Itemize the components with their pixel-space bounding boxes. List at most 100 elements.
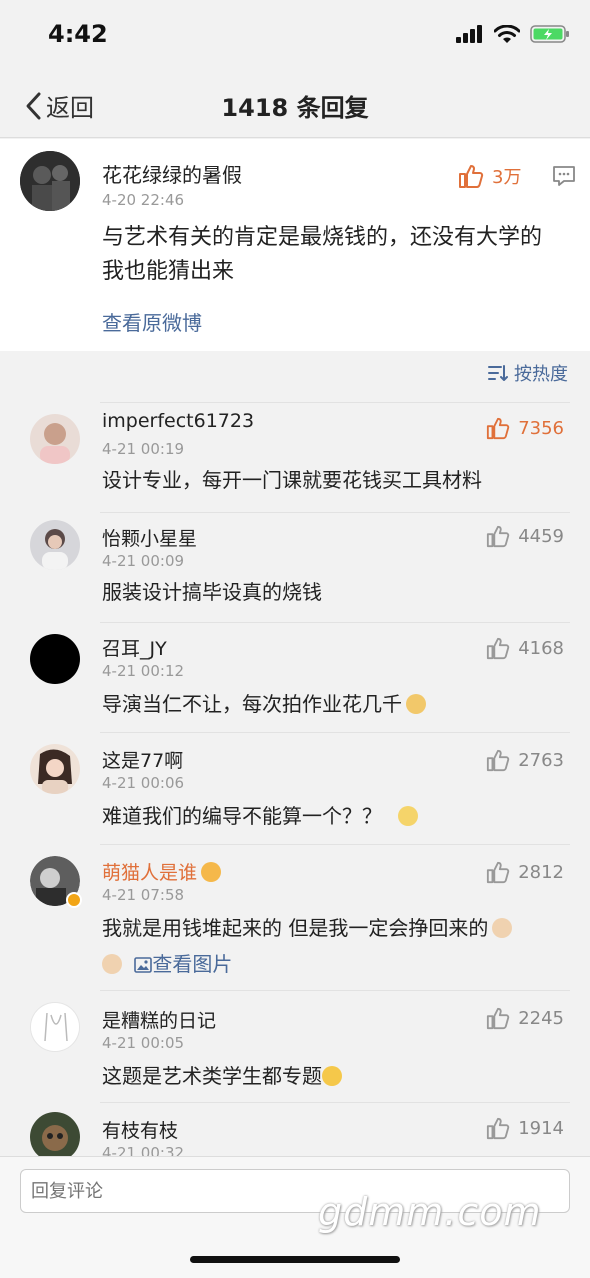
reply-text-content: 导演当仁不让，每次拍作业花几千 <box>102 692 402 716</box>
watermark: gdmm.com <box>318 1190 542 1234</box>
battery-icon <box>530 25 569 43</box>
reply-timestamp: 4-21 00:12 <box>102 662 185 680</box>
like-count: 4459 <box>518 525 564 547</box>
divider <box>100 622 570 623</box>
reply-username[interactable]: 召耳_JY <box>102 634 167 661</box>
reply-text-content: 这题是艺术类学生都专题 <box>102 1064 322 1088</box>
like-count: 4168 <box>518 637 564 659</box>
list-item: 怡颗小星星 4-21 00:09 服装设计搞毕设真的烧钱 4459 <box>0 512 590 622</box>
like-button[interactable]: 4459 <box>486 524 564 548</box>
avatar[interactable] <box>30 414 80 464</box>
page-title: 1418 条回复 <box>221 94 369 122</box>
like-count: 2812 <box>518 861 564 883</box>
reply-timestamp: 4-21 00:09 <box>102 552 185 570</box>
like-button[interactable]: 7356 <box>486 416 564 440</box>
reply-username[interactable]: imperfect61723 <box>102 410 254 432</box>
heart-eyes-emoji-icon <box>201 862 222 882</box>
divider <box>100 844 570 845</box>
reply-timestamp: 4-21 07:58 <box>102 886 185 904</box>
image-icon <box>134 957 153 973</box>
list-item: imperfect61723 4-21 00:19 设计专业，每开一门课就要花钱… <box>0 402 590 512</box>
sort-icon <box>488 365 508 381</box>
list-item: 有枝有枝 4-21 00:32 1914 <box>0 1102 590 1156</box>
reply-text-content: 难道我们的编导不能算一个？？ <box>102 804 382 828</box>
list-item: 是糟糕的日记 4-21 00:05 这题是艺术类学生都专题 2245 <box>0 990 590 1102</box>
list-item: 萌猫人是谁 4-21 07:58 我就是用钱堆起来的 但是我一定会挣回来的 查看… <box>0 844 590 990</box>
avatar[interactable] <box>30 856 82 908</box>
divider <box>100 1102 570 1103</box>
fist-emoji-icon <box>492 918 513 938</box>
reply-text: 服装设计搞毕设真的烧钱 <box>102 580 322 604</box>
like-count: 2245 <box>518 1007 564 1029</box>
nav-bar: 返回 1418 条回复 <box>0 72 590 138</box>
laughing-emoji-icon <box>322 1066 342 1086</box>
divider <box>100 732 570 733</box>
like-button[interactable]: 2812 <box>486 860 564 884</box>
status-time: 4:42 <box>48 20 108 48</box>
main-comment: 花花绿绿的暑假 4-20 22:46 3万 与艺术有关的肯定是最烧钱的，还没有大… <box>0 139 590 351</box>
thumbs-up-icon <box>459 165 484 188</box>
wifi-icon <box>494 24 520 43</box>
reply-text: 这题是艺术类学生都专题 <box>102 1060 572 1092</box>
reply-text: 设计专业，每开一门课就要花钱买工具材料 <box>102 468 482 492</box>
thumbs-up-icon <box>487 525 510 548</box>
signal-icon <box>456 25 482 43</box>
like-button[interactable]: 2763 <box>486 748 564 772</box>
reply-text: 难道我们的编导不能算一个？？ <box>102 800 572 832</box>
status-icons <box>456 24 570 44</box>
reply-username[interactable]: 萌猫人是谁 <box>102 858 222 885</box>
smile-emoji-icon <box>398 806 418 826</box>
reply-timestamp: 4-21 00:19 <box>102 440 185 458</box>
avatar-image <box>20 151 80 211</box>
reply-username[interactable]: 有枝有枝 <box>102 1116 178 1143</box>
divider <box>100 402 570 403</box>
reply-text: 我就是用钱堆起来的 但是我一定会挣回来的 <box>102 912 572 944</box>
doge-emoji-icon <box>406 694 426 714</box>
reply-text-content: 我就是用钱堆起来的 但是我一定会挣回来的 <box>102 916 489 940</box>
reply-text: 导演当仁不让，每次拍作业花几千 <box>102 688 572 720</box>
sort-label: 按热度 <box>514 364 568 385</box>
like-count: 7356 <box>518 417 564 439</box>
comment-icon[interactable] <box>552 165 576 191</box>
reply-timestamp: 4-21 00:05 <box>102 1034 185 1052</box>
thumbs-up-icon <box>487 861 510 884</box>
thumbs-up-icon <box>487 417 510 440</box>
list-item: 这是77啊 4-21 00:06 难道我们的编导不能算一个？？ 2763 <box>0 732 590 844</box>
like-count: 1914 <box>518 1117 564 1139</box>
reply-timestamp: 4-21 00:06 <box>102 774 185 792</box>
view-image-row: 查看图片 <box>102 948 572 980</box>
main-like-button[interactable]: 3万 <box>458 163 521 189</box>
like-button[interactable]: 2245 <box>486 1006 564 1030</box>
avatar[interactable] <box>30 520 80 570</box>
avatar[interactable] <box>30 744 80 794</box>
like-count: 2763 <box>518 749 564 771</box>
main-username[interactable]: 花花绿绿的暑假 <box>102 159 242 188</box>
list-item: 召耳_JY 4-21 00:12 导演当仁不让，每次拍作业花几千 4168 <box>0 622 590 732</box>
verified-badge-icon <box>66 892 82 908</box>
divider <box>100 512 570 513</box>
sort-by-hot-button[interactable]: 按热度 <box>488 360 568 386</box>
reply-username[interactable]: 是糟糕的日记 <box>102 1006 216 1033</box>
status-bar: 4:42 <box>0 0 590 72</box>
view-image-label: 查看图片 <box>152 952 233 976</box>
reply-username[interactable]: 这是77啊 <box>102 746 183 773</box>
main-like-count: 3万 <box>492 167 522 188</box>
reply-username[interactable]: 怡颗小星星 <box>102 524 197 551</box>
avatar[interactable] <box>30 1112 80 1156</box>
avatar[interactable] <box>30 1002 80 1052</box>
like-button[interactable]: 4168 <box>486 636 564 660</box>
view-image-link[interactable]: 查看图片 <box>134 952 232 976</box>
avatar[interactable] <box>30 634 80 684</box>
thumbs-up-icon <box>487 749 510 772</box>
home-indicator[interactable] <box>190 1256 400 1263</box>
divider <box>100 990 570 991</box>
view-original-link[interactable]: 查看原微博 <box>102 307 202 336</box>
thumbs-up-icon <box>487 1007 510 1030</box>
fist-emoji-icon <box>102 954 122 974</box>
like-button[interactable]: 1914 <box>486 1116 564 1140</box>
reply-timestamp: 4-21 00:32 <box>102 1144 185 1156</box>
main-comment-text: 与艺术有关的肯定是最烧钱的，还没有大学的我也能猜出来 <box>102 225 543 284</box>
thumbs-up-icon <box>487 1117 510 1140</box>
main-timestamp: 4-20 22:46 <box>102 191 185 209</box>
avatar[interactable] <box>20 151 80 211</box>
